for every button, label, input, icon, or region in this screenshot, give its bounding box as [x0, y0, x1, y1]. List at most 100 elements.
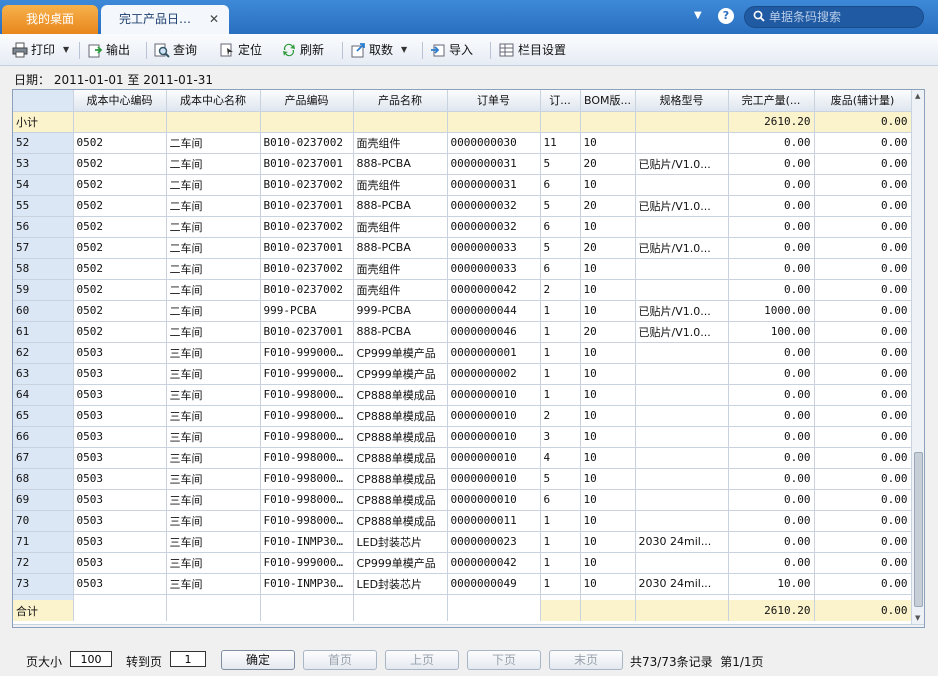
row-number[interactable]: 57	[13, 237, 74, 259]
table-cell[interactable]: 1	[540, 363, 581, 385]
table-cell[interactable]: 0000000010	[447, 468, 541, 490]
table-cell[interactable]: B010-0237002	[260, 216, 354, 238]
table-cell[interactable]: 0502	[73, 258, 167, 280]
table-cell[interactable]: 二车间	[166, 300, 261, 322]
row-number[interactable]: 64	[13, 384, 74, 406]
export-button[interactable]: 输出	[87, 39, 130, 61]
table-cell[interactable]: 面壳组件	[353, 132, 448, 154]
table-cell[interactable]: 10	[580, 426, 636, 448]
table-cell[interactable]: 0.00	[728, 195, 815, 217]
table-row[interactable]: 69 0503 三车间 F010-998000... CP888单模成品 00000000…	[13, 489, 911, 511]
column-header[interactable]: 废品(辅计量)	[814, 90, 911, 112]
table-cell[interactable]: 0000000032	[447, 216, 541, 238]
row-number[interactable]: 70	[13, 510, 74, 532]
table-row[interactable]: 72 0503 三车间 F010-999000... CP999单模产品 00000000…	[13, 552, 911, 574]
table-cell[interactable]: 0503	[73, 531, 167, 553]
table-cell[interactable]: 0.00	[814, 552, 911, 574]
table-cell[interactable]: 0503	[73, 384, 167, 406]
table-cell[interactable]: 0503	[73, 468, 167, 490]
table-cell[interactable]: 0.00	[728, 552, 815, 574]
table-cell[interactable]: 0.00	[728, 216, 815, 238]
column-header[interactable]: 订...	[540, 90, 581, 112]
refresh-button[interactable]: 刷新	[281, 39, 324, 61]
table-cell[interactable]: 1	[540, 300, 581, 322]
table-row[interactable]: 59 0502 二车间 B010-0237002 面壳组件 0000000042 2 10 0.…	[13, 279, 911, 301]
search-input[interactable]	[769, 8, 919, 26]
table-cell[interactable]: 20	[580, 195, 636, 217]
vertical-scrollbar[interactable]: ▲ ▼	[911, 90, 924, 624]
table-cell[interactable]: 999-PCBA	[353, 300, 448, 322]
table-cell[interactable]: 0.00	[814, 132, 911, 154]
table-cell[interactable]: F010-998000...	[260, 468, 354, 490]
table-cell[interactable]: 0.00	[728, 174, 815, 196]
table-cell[interactable]: 三车间	[166, 384, 261, 406]
table-cell[interactable]: 10	[580, 132, 636, 154]
table-cell[interactable]: 0502	[73, 174, 167, 196]
table-cell[interactable]: 0503	[73, 552, 167, 574]
table-cell[interactable]: B010-0237001	[260, 237, 354, 259]
table-cell[interactable]: 0.00	[814, 510, 911, 532]
table-cell[interactable]: 三车间	[166, 552, 261, 574]
goto-page-input[interactable]	[170, 651, 206, 667]
table-cell[interactable]: 0.00	[728, 132, 815, 154]
scroll-left-icon[interactable]: ◀	[15, 626, 21, 627]
row-number[interactable]: 71	[13, 531, 74, 553]
table-cell[interactable]: 0.00	[728, 153, 815, 175]
table-cell[interactable]: 10	[580, 405, 636, 427]
row-number[interactable]: 52	[13, 132, 74, 154]
fetch-button[interactable]: 取数 ▼	[350, 39, 407, 61]
table-cell[interactable]: CP999单模产品	[353, 552, 448, 574]
row-number[interactable]: 72	[13, 552, 74, 574]
table-cell[interactable]: 0.00	[814, 342, 911, 364]
table-row[interactable]: 60 0502 二车间 999-PCBA 999-PCBA 0000000044 1 10 已贴…	[13, 300, 911, 322]
column-header[interactable]	[13, 90, 74, 112]
table-cell[interactable]: 888-PCBA	[353, 153, 448, 175]
table-cell[interactable]	[635, 132, 729, 154]
table-cell[interactable]: 面壳组件	[353, 279, 448, 301]
table-cell[interactable]: 二车间	[166, 321, 261, 343]
table-cell[interactable]: 三车间	[166, 342, 261, 364]
scroll-up-icon[interactable]: ▲	[915, 92, 920, 100]
table-cell[interactable]: 20	[580, 237, 636, 259]
table-cell[interactable]: 已贴片/V1.0...	[635, 195, 729, 217]
table-row[interactable]: 56 0502 二车间 B010-0237002 面壳组件 0000000032 6 10 0.…	[13, 216, 911, 238]
table-cell[interactable]: 二车间	[166, 279, 261, 301]
table-row[interactable]: 55 0502 二车间 B010-0237001 888-PCBA 0000000032 5…	[13, 195, 911, 217]
table-cell[interactable]: 10	[580, 363, 636, 385]
table-cell[interactable]: 三车间	[166, 405, 261, 427]
table-cell[interactable]: 0503	[73, 426, 167, 448]
table-cell[interactable]: 20	[580, 321, 636, 343]
column-header[interactable]: 产品编码	[260, 90, 354, 112]
table-cell[interactable]: B010-0237002	[260, 258, 354, 280]
row-number[interactable]: 58	[13, 258, 74, 280]
table-cell[interactable]: 0503	[73, 342, 167, 364]
table-cell[interactable]: F010-999000...	[260, 363, 354, 385]
table-cell[interactable]: 已贴片/V1.0...	[635, 153, 729, 175]
table-cell[interactable]: 0502	[73, 216, 167, 238]
table-row[interactable]: 66 0503 三车间 F010-998000... CP888单模成品 00000000…	[13, 426, 911, 448]
table-cell[interactable]: 10	[580, 216, 636, 238]
table-cell[interactable]: 0.00	[814, 258, 911, 280]
row-number[interactable]: 54	[13, 174, 74, 196]
table-cell[interactable]: 10	[580, 258, 636, 280]
table-cell[interactable]: CP888单模成品	[353, 384, 448, 406]
table-cell[interactable]: 二车间	[166, 258, 261, 280]
table-cell[interactable]: 0.00	[814, 531, 911, 553]
table-cell[interactable]: 0.00	[814, 321, 911, 343]
table-cell[interactable]: 0.00	[728, 531, 815, 553]
table-cell[interactable]: CP888单模成品	[353, 405, 448, 427]
table-cell[interactable]: 三车间	[166, 447, 261, 469]
table-cell[interactable]	[635, 447, 729, 469]
table-cell[interactable]: 6	[540, 258, 581, 280]
table-cell[interactable]: 0.00	[728, 405, 815, 427]
first-page-button[interactable]: 首页	[303, 650, 377, 670]
table-cell[interactable]: 999-PCBA	[260, 300, 354, 322]
query-button[interactable]: 查询	[154, 39, 197, 61]
table-cell[interactable]: 面壳组件	[353, 174, 448, 196]
table-cell[interactable]: 100.00	[728, 321, 815, 343]
table-cell[interactable]: 11	[540, 132, 581, 154]
table-row[interactable]: 70 0503 三车间 F010-998000... CP888单模成品 00000000…	[13, 510, 911, 532]
table-cell[interactable]: 1	[540, 510, 581, 532]
table-cell[interactable]: LED封装芯片	[353, 573, 448, 595]
table-cell[interactable]: 已贴片/V1.0...	[635, 237, 729, 259]
